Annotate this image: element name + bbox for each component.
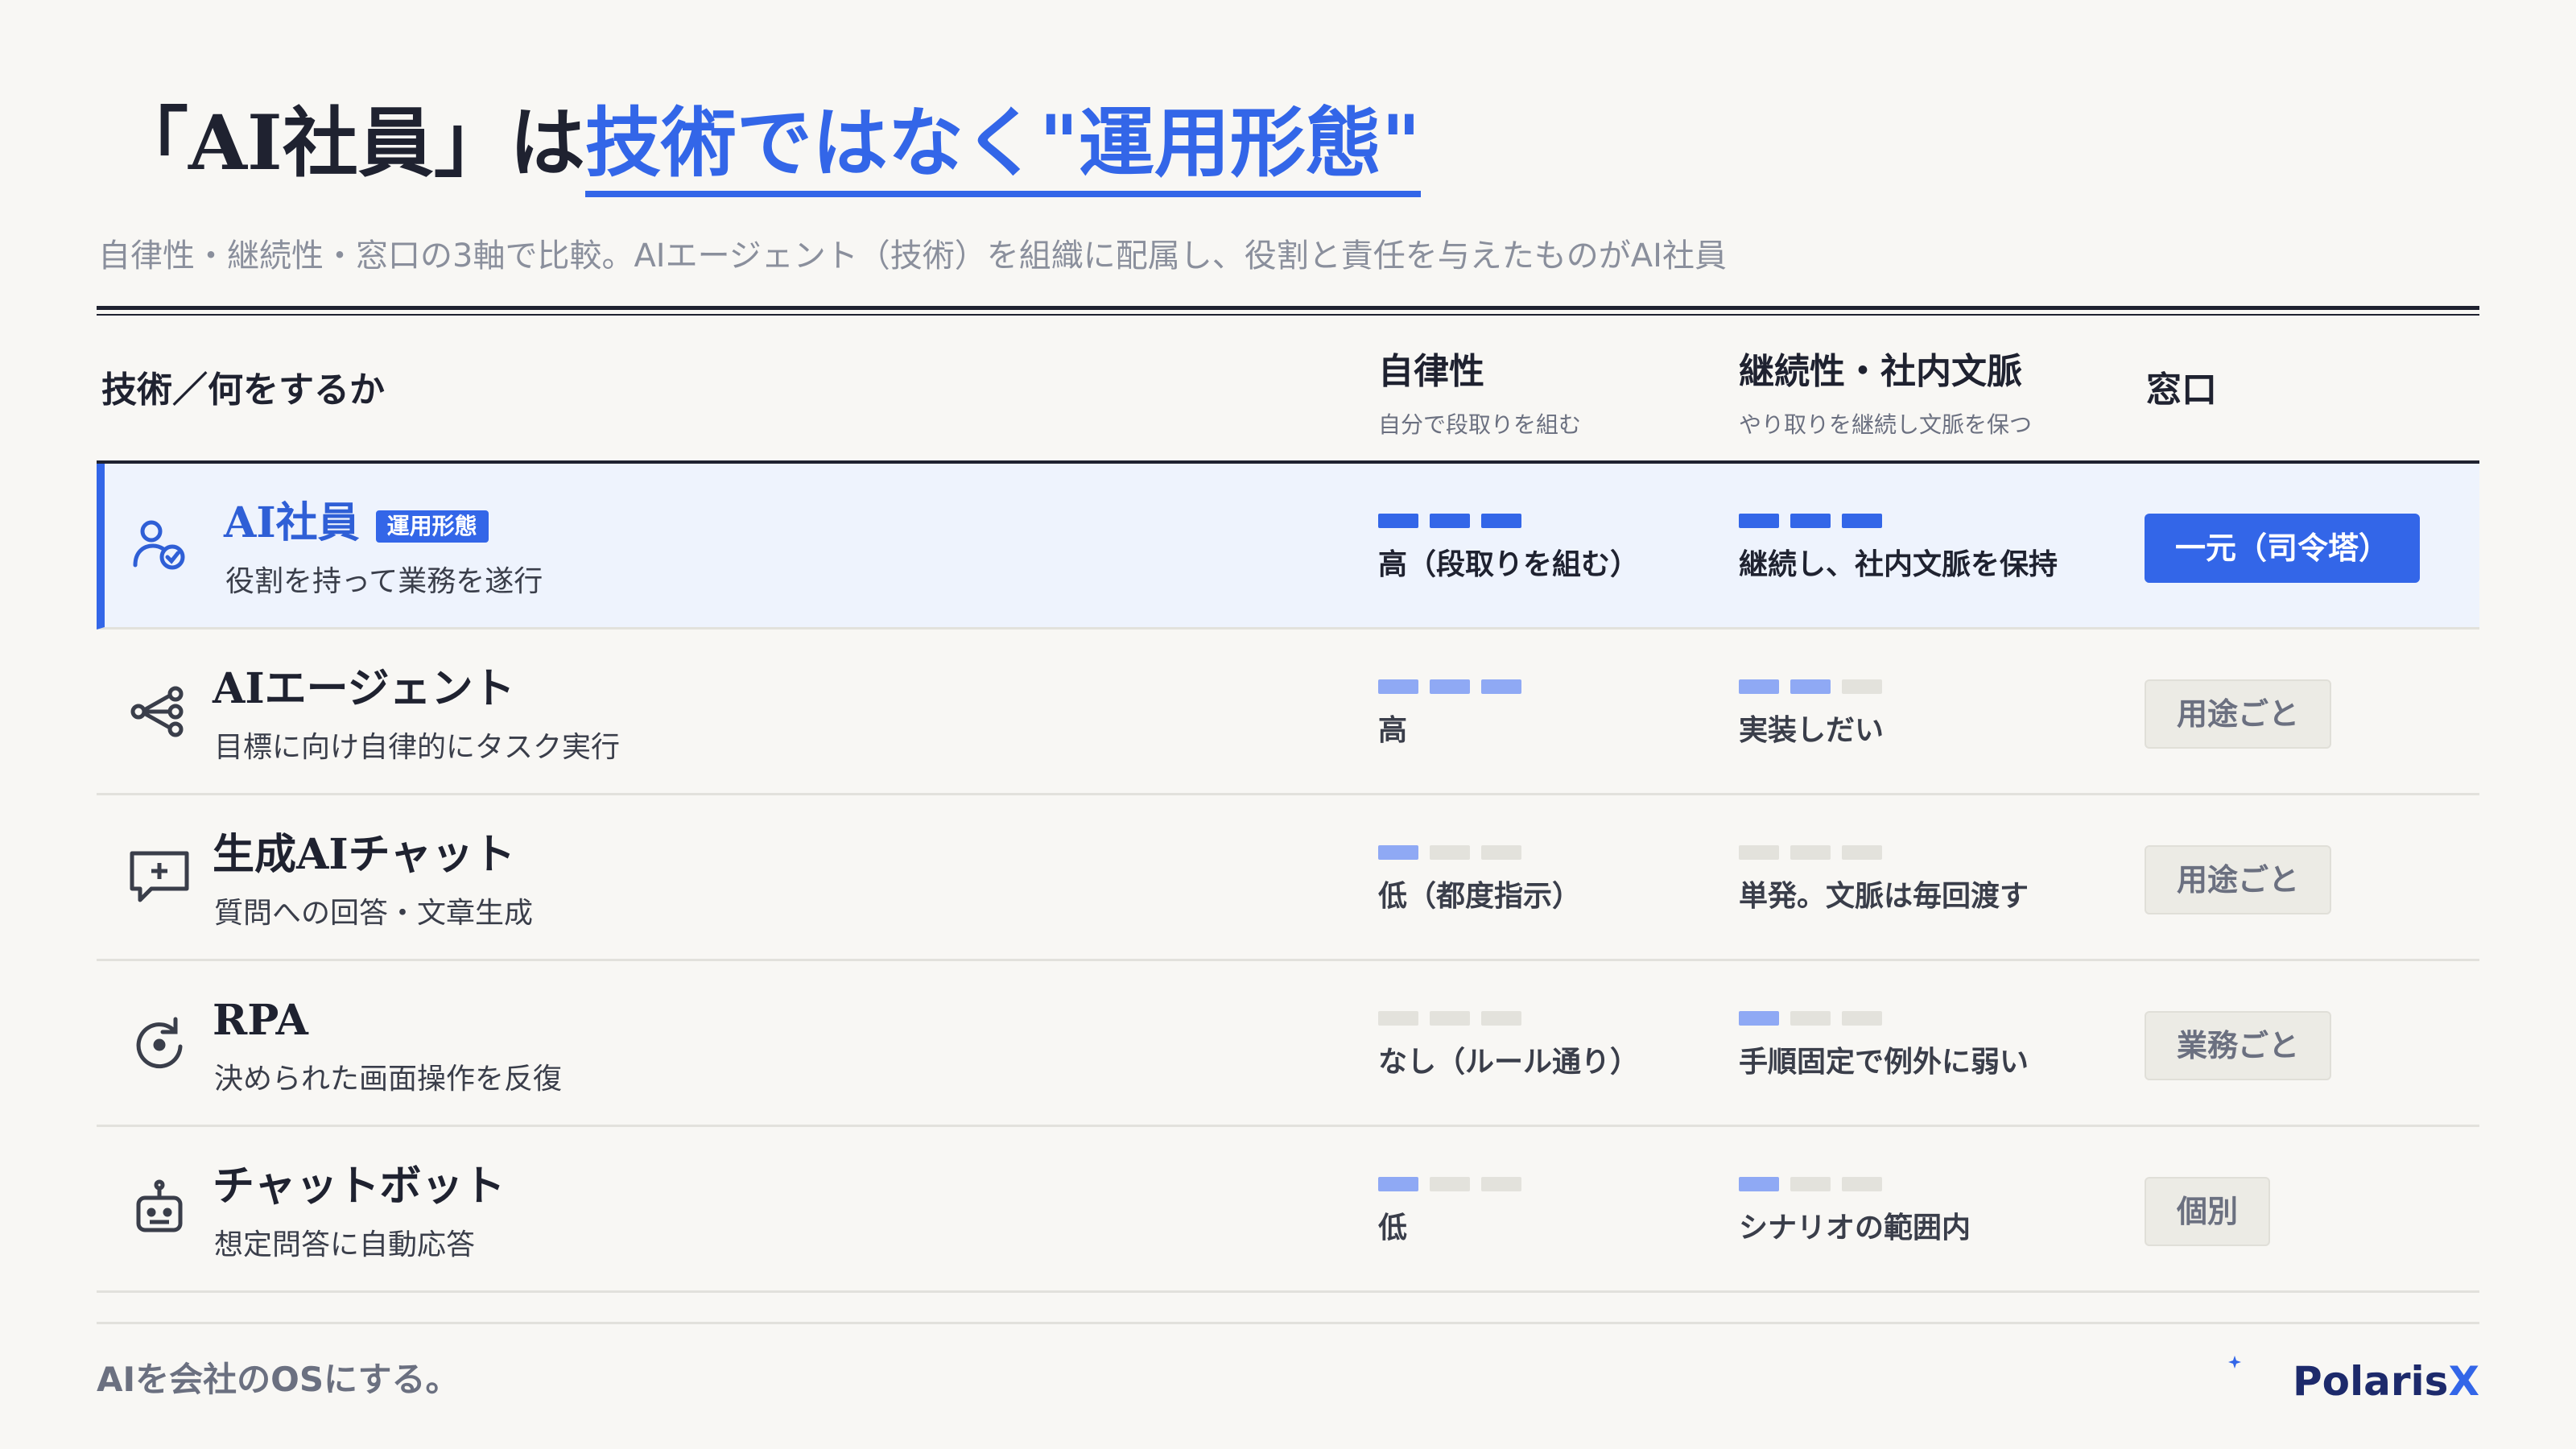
continuity-level-bar [1842,1011,1882,1026]
logo-text-accent: X [2448,1358,2479,1405]
autonomy-level-bar [1430,514,1470,528]
window-button[interactable]: 一元（司令塔） [2145,514,2421,583]
brand-logo: PolarisX [2223,1349,2479,1414]
window-button[interactable]: 用途ごと [2145,679,2332,749]
continuity-level-bar [1739,845,1779,860]
autonomy-level-bar [1378,845,1418,860]
continuity-level-bar [1842,679,1882,694]
logo-text-main: Polaris [2293,1358,2449,1405]
page-title: 「AI社員」は技術ではなく"運用形態" [113,90,1421,197]
polaris-star-icon [2228,1356,2268,1402]
autonomy-level-bar [1378,514,1418,528]
autonomy-level-bar [1481,514,1521,528]
table-row: RPA 決められた画面操作を反復 なし（ルール通り） 手順固定で例外に弱い 業務ごと [97,961,2479,1127]
title-prefix: 「AI社員」は [113,99,585,188]
share-nodes-icon [126,678,193,745]
column-subheader-autonomy: 自分で段取りを組む [1378,411,1582,438]
row-title: AIエージェント [213,660,515,718]
column-header-window: 窓口 [2146,369,2217,411]
continuity-level-bar [1739,1177,1779,1191]
page-subtitle: 自律性・継続性・窓口の3軸で比較。AIエージェント（技術）を組織に配属し、役割と… [98,237,1727,275]
column-header-tech: 技術／何をするか [101,369,385,411]
table-row: 生成AIチャット質問への回答・文章生成 低（都度指示） 単発。文脈は毎回渡す 用途ごと [97,795,2479,961]
chat-sparkle-icon [126,844,193,911]
autonomy-level-bars [1378,845,1521,860]
status-badge: 運用形態 [375,510,489,543]
continuity-level-bar [1739,514,1779,528]
header-divider-thin [97,314,2479,316]
robot-icon [126,1175,193,1243]
continuity-level-bar [1842,514,1882,528]
repeat-icon [126,1009,193,1077]
footer-divider [97,1322,2479,1324]
autonomy-level-bar [1481,679,1521,694]
continuity-text: 手順固定で例外に弱い [1739,1046,2029,1079]
row-title-text: 生成AIチャット [213,830,516,879]
row-title: RPA [213,992,308,1050]
continuity-level-bar [1790,514,1831,528]
autonomy-level-bar [1430,1177,1470,1191]
row-title-text: AIエージェント [213,664,515,713]
autonomy-level-bars [1378,514,1521,528]
autonomy-text: なし（ルール通り） [1378,1046,1640,1079]
continuity-level-bar [1790,1177,1831,1191]
autonomy-level-bars [1378,679,1521,694]
continuity-level-bars [1739,514,1882,528]
continuity-level-bar [1842,845,1882,860]
autonomy-level-bar [1481,1177,1521,1191]
continuity-level-bar [1790,845,1831,860]
header-divider [97,306,2479,310]
autonomy-text: 低（都度指示） [1378,880,1582,913]
column-header-autonomy: 自律性 [1378,351,1484,392]
continuity-text: 継続し、社内文脈を保持 [1739,548,2058,581]
continuity-level-bar [1790,679,1831,694]
row-description: 役割を持って業務を遂行 [225,565,543,598]
column-header-continuity: 継続性・社内文脈 [1739,351,2022,392]
row-title: チャットボット [213,1158,505,1216]
continuity-level-bars [1739,845,1882,860]
window-button[interactable]: 用途ごと [2145,845,2332,914]
row-title-text: チャットボット [213,1162,506,1211]
continuity-level-bar [1739,679,1779,694]
continuity-text: 単発。文脈は毎回渡す [1739,880,2029,913]
window-button[interactable]: 業務ごと [2145,1011,2332,1080]
column-subheader-continuity: やり取りを継続し文脈を保つ [1739,411,2033,438]
person-check-icon [126,512,193,580]
footer-tagline: AIを会社のOSにする。 [97,1360,460,1399]
row-description: 質問への回答・文章生成 [214,897,534,930]
row-title: 生成AIチャット [213,826,515,884]
autonomy-text: 高 [1378,714,1408,747]
table-row: AI社員 運用形態役割を持って業務を遂行 高（段取りを組む） 継続し、社内文脈を保持 一… [97,464,2479,630]
continuity-level-bars [1739,679,1882,694]
autonomy-level-bar [1378,1177,1418,1191]
autonomy-level-bar [1378,679,1418,694]
row-title-text: AI社員 [224,498,360,547]
continuity-text: 実装しだい [1739,714,1885,747]
row-title-text: RPA [213,996,308,1045]
autonomy-level-bar [1430,1011,1470,1026]
table-row: AIエージェント目標に向け自律的にタスク実行 高 実装しだい 用途ごと [97,630,2479,795]
row-description: 想定問答に自動応答 [214,1228,476,1261]
autonomy-level-bar [1430,845,1470,860]
autonomy-level-bars [1378,1177,1521,1191]
autonomy-level-bars [1378,1011,1521,1026]
window-button[interactable]: 個別 [2145,1177,2271,1246]
row-description: 目標に向け自律的にタスク実行 [214,731,621,764]
continuity-level-bars [1739,1011,1882,1026]
continuity-text: シナリオの範囲内 [1739,1212,1971,1245]
row-description: 決められた画面操作を反復 [214,1063,563,1096]
title-highlight: 技術ではなく"運用形態" [584,99,1421,197]
continuity-level-bar [1842,1177,1882,1191]
autonomy-level-bar [1430,679,1470,694]
row-title: AI社員 運用形態 [224,494,489,552]
autonomy-text: 低 [1378,1212,1408,1245]
autonomy-level-bar [1481,1011,1521,1026]
table-row: チャットボット想定問答に自動応答 低 シナリオの範囲内 個別 [97,1127,2479,1293]
continuity-level-bar [1790,1011,1831,1026]
continuity-level-bar [1739,1011,1779,1026]
autonomy-level-bar [1378,1011,1418,1026]
autonomy-level-bar [1481,845,1521,860]
continuity-level-bars [1739,1177,1882,1191]
autonomy-text: 高（段取りを組む） [1378,548,1640,581]
